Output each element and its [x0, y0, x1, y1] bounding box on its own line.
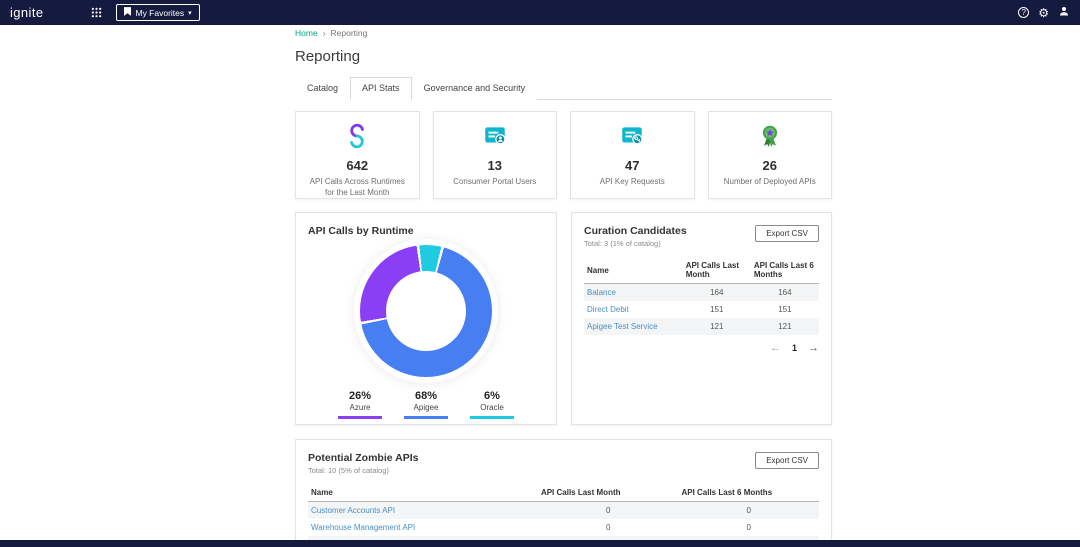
column-header-name: Name	[308, 484, 538, 502]
breadcrumb-home-link[interactable]: Home	[295, 28, 318, 38]
breadcrumb-current: Reporting	[330, 28, 368, 38]
tab-bar: Catalog API Stats Governance and Securit…	[295, 77, 832, 100]
breadcrumb-separator: ›	[322, 28, 326, 38]
legend-color-bar	[404, 416, 448, 419]
api-name-link[interactable]: Customer Accounts API	[311, 506, 395, 515]
zombie-export-csv-button[interactable]: Export CSV	[755, 452, 819, 469]
breadcrumb: Home › Reporting	[295, 28, 832, 38]
table-row: Direct Debit 151 151	[584, 301, 819, 318]
tab-catalog[interactable]: Catalog	[295, 77, 351, 100]
main-content: Home › Reporting Reporting Catalog API S…	[295, 28, 832, 547]
stat-value: 642	[346, 158, 369, 173]
caret-down-icon: ▾	[188, 9, 192, 17]
user-icon[interactable]	[1058, 4, 1070, 22]
api-name-link[interactable]: Direct Debit	[587, 305, 629, 314]
value-cell: 0	[605, 523, 611, 532]
donut-chart[interactable]	[360, 245, 492, 377]
api-name-link[interactable]: Balance	[587, 288, 616, 297]
my-favorites-label: My Favorites	[135, 7, 185, 18]
table-row: Customer Accounts API 0 0	[308, 501, 819, 519]
value-cell: 121	[682, 318, 751, 335]
top-navbar: ignite My Favorites ▾ ? ⚙	[0, 0, 1080, 25]
value-cell: 121	[750, 318, 819, 335]
value-cell: 164	[750, 283, 819, 301]
page-title: Reporting	[295, 48, 361, 65]
value-cell: 0	[537, 501, 679, 519]
legend-label: Azure	[349, 403, 371, 412]
stat-card-api-calls: 642 API Calls Across Runtimes for the La…	[295, 111, 420, 199]
pagination: ← 1 →	[584, 342, 819, 354]
curation-title: Curation Candidates	[584, 225, 687, 237]
pagination-next-arrow[interactable]: →	[808, 342, 819, 354]
chart-legend: 26% Azure 68% Apigee 6% Oracle	[308, 390, 544, 419]
portal-users-icon	[482, 127, 508, 153]
pagination-prev-arrow[interactable]: ←	[770, 342, 781, 354]
runtime-sync-icon	[344, 123, 370, 153]
stat-card-api-key-requests: 47 API Key Requests	[570, 111, 695, 199]
stat-cards-row: 642 API Calls Across Runtimes for the La…	[295, 111, 832, 199]
api-calls-by-runtime-panel: API Calls by Runtime 26% Azure 68% Apige…	[295, 212, 557, 425]
legend-pct: 26%	[348, 390, 372, 402]
curation-export-csv-button[interactable]: Export CSV	[755, 225, 819, 242]
app-grid-icon[interactable]	[91, 7, 102, 18]
table-row: Warehouse Management API 0 0	[308, 519, 819, 536]
stat-value: 47	[625, 158, 640, 173]
zombie-title: Potential Zombie APIs	[308, 452, 419, 464]
pagination-current-page: 1	[791, 343, 797, 353]
brand-logo[interactable]: ignite	[10, 5, 43, 20]
column-header-last-6-months: API Calls Last 6 Months	[750, 257, 819, 284]
curation-subtitle: Total: 3 (1% of catalog)	[584, 239, 661, 248]
legend-item-oracle[interactable]: 6% Oracle	[470, 390, 514, 419]
deployed-apis-icon	[757, 125, 783, 153]
my-favorites-button[interactable]: My Favorites ▾	[116, 4, 200, 21]
stat-card-portal-users: 13 Consumer Portal Users	[432, 111, 557, 199]
tab-governance-and-security[interactable]: Governance and Security	[411, 77, 538, 100]
api-key-icon	[619, 127, 645, 153]
bookmark-icon	[124, 7, 132, 18]
stat-card-deployed-apis: 26 Number of Deployed APIs	[707, 111, 832, 199]
column-header-last-6-months: API Calls Last 6 Months	[678, 484, 819, 502]
column-header-last-month: API Calls Last Month	[682, 257, 751, 284]
value-cell: 151	[778, 305, 792, 314]
api-name-link[interactable]: Warehouse Management API	[311, 523, 415, 532]
stat-label: API Key Requests	[599, 177, 665, 186]
value-cell: 164	[682, 283, 751, 301]
table-row: Balance 164 164	[584, 283, 819, 301]
stat-label: Consumer Portal Users	[453, 177, 537, 186]
curation-table: Name API Calls Last Month API Calls Last…	[584, 257, 819, 335]
legend-pct: 68%	[414, 390, 438, 402]
tab-api-stats[interactable]: API Stats	[350, 77, 412, 100]
table-header-row: Name API Calls Last Month API Calls Last…	[584, 257, 819, 284]
legend-color-bar	[338, 416, 382, 419]
stat-label: API Calls Across Runtimes for the Last M…	[309, 177, 405, 197]
value-cell: 0	[746, 523, 751, 532]
potential-zombie-apis-panel: Potential Zombie APIs Total: 10 (5% of c…	[295, 439, 832, 547]
stat-label: Number of Deployed APIs	[723, 177, 816, 186]
legend-pct: 6%	[484, 390, 500, 402]
table-header-row: Name API Calls Last Month API Calls Last…	[308, 484, 819, 502]
legend-label: Apigee	[413, 403, 439, 412]
donut-hole	[386, 271, 466, 351]
curation-candidates-panel: Curation Candidates Total: 3 (1% of cata…	[571, 212, 832, 425]
api-name-link[interactable]: Apigee Test Service	[587, 322, 658, 331]
column-header-last-month: API Calls Last Month	[537, 484, 679, 502]
legend-item-azure[interactable]: 26% Azure	[338, 390, 382, 419]
stat-value: 13	[487, 158, 502, 173]
legend-item-apigee[interactable]: 68% Apigee	[404, 390, 448, 419]
table-row: Apigee Test Service 121 121	[584, 318, 819, 335]
gear-icon[interactable]: ⚙	[1038, 7, 1049, 19]
chart-title: API Calls by Runtime	[308, 225, 414, 237]
legend-label: Oracle	[480, 403, 504, 412]
zombie-subtitle: Total: 10 (5% of catalog)	[308, 466, 389, 475]
value-cell: 151	[710, 305, 724, 314]
bottom-bar	[0, 540, 1080, 547]
column-header-name: Name	[584, 257, 683, 284]
help-icon[interactable]: ?	[1018, 7, 1030, 18]
navbar-actions: ? ⚙	[1018, 4, 1070, 22]
legend-color-bar	[470, 416, 514, 419]
value-cell: 0	[678, 501, 819, 519]
zombie-table: Name API Calls Last Month API Calls Last…	[308, 484, 819, 547]
stat-value: 26	[762, 158, 777, 173]
